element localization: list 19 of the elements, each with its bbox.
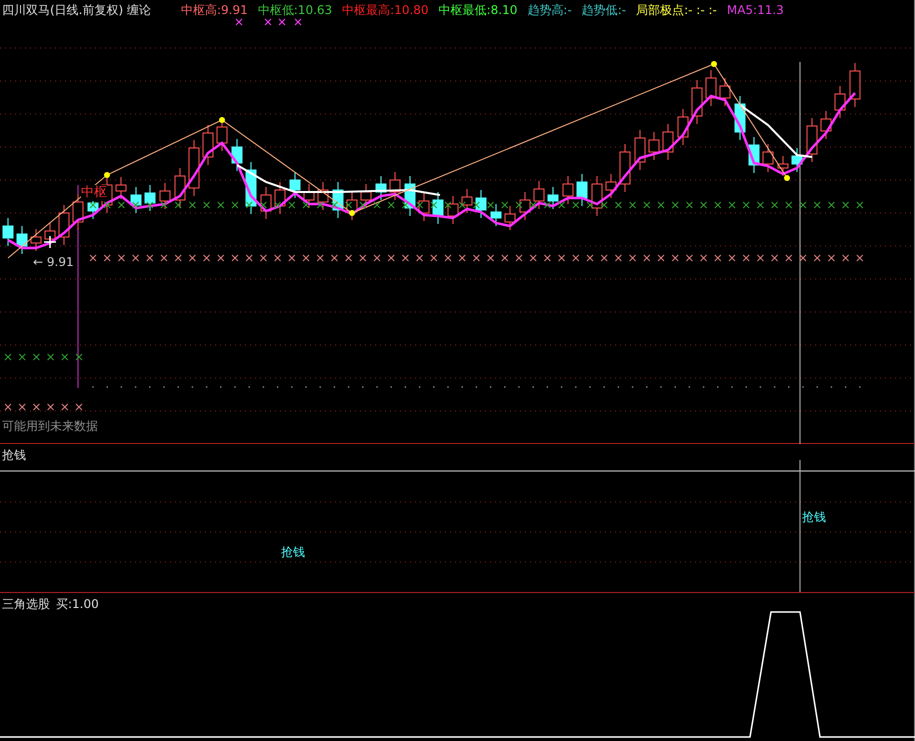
signal-label: 抢钱 xyxy=(802,509,826,525)
panel-title: 三角选股 xyxy=(2,596,50,612)
indicator-value: 中枢最低:8.10 xyxy=(438,2,518,18)
indicator-value: 中枢低:10.63 xyxy=(258,2,332,18)
cross-marker-row xyxy=(236,18,302,26)
warning-text: 可能用到未来数据 xyxy=(2,418,98,434)
indicator-value: 中枢最高:10.80 xyxy=(342,2,429,18)
signal-label: 抢钱 xyxy=(281,544,305,560)
crosshair-icon xyxy=(43,235,57,249)
panel-title: 抢钱 xyxy=(2,447,26,463)
indicator-value: MA5:11.3 xyxy=(726,2,784,18)
zhongshu-label: 中枢 xyxy=(81,185,107,201)
buy-reading: 买:1.00 xyxy=(56,596,99,612)
indicator-value: 中枢高:9.91 xyxy=(181,2,248,18)
indicator-value: 局部极点:- :- :- xyxy=(636,2,717,18)
indicator-value: 趋势高:- xyxy=(527,2,572,18)
indicator-value: 趋势低:- xyxy=(582,2,626,18)
chart-title: 四川双马(日线.前复权) 缠论 xyxy=(2,2,151,18)
price-marker: ← 9.91 xyxy=(33,254,74,270)
